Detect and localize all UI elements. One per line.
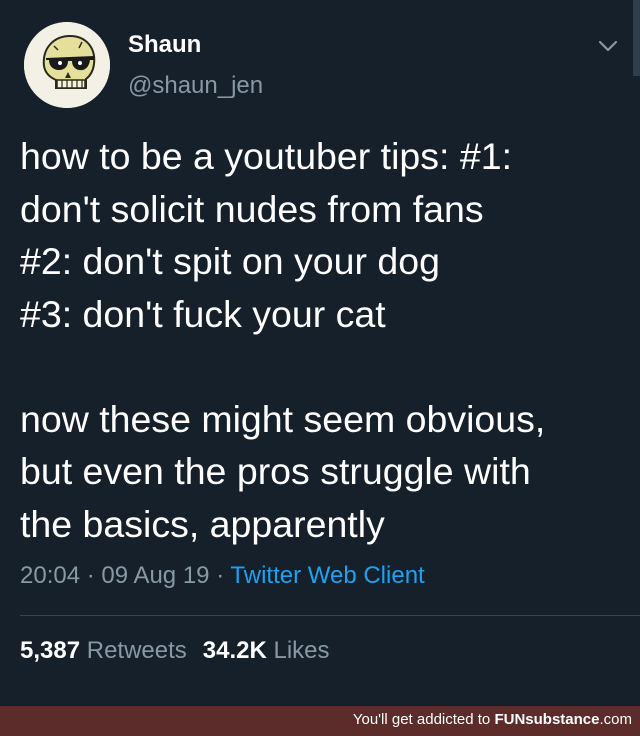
tweet-meta: 20:04 · 09 Aug 19 · Twitter Web Client: [20, 562, 425, 590]
meta-separator: ·: [216, 562, 225, 589]
retweets-count: 5,387: [20, 637, 81, 664]
likes-stat[interactable]: 34.2K Likes: [203, 637, 330, 664]
footer-tagline: You'll get addicted to: [352, 711, 491, 728]
retweets-label: Retweets: [86, 637, 187, 664]
brand-part: FUN: [494, 711, 526, 728]
tweet-line: #2: don't spit on your dog: [20, 240, 440, 282]
skull-icon: [24, 22, 110, 108]
tweet-line: how to be a youtuber tips: #1:: [20, 135, 512, 177]
watermark-footer: You'll get addicted to FUNsubstance.com: [0, 706, 640, 736]
chevron-down-icon[interactable]: [596, 36, 620, 56]
tweet-line: #3: don't fuck your cat: [20, 292, 386, 335]
scrollbar[interactable]: [633, 0, 640, 76]
footer-text: You'll get addicted to FUNsubstance.com: [353, 711, 632, 728]
tweet-line: the basics, apparently: [20, 502, 385, 545]
tweet-line: now these might seem obvious,: [20, 397, 546, 440]
tweet-text: how to be a youtuber tips: #1: don't sol…: [20, 130, 630, 550]
user-handle[interactable]: @shaun_jen: [128, 72, 263, 100]
likes-label: Likes: [273, 637, 330, 664]
likes-count: 34.2K: [202, 637, 267, 664]
retweets-stat[interactable]: 5,387 Retweets: [20, 637, 187, 664]
brand-part: .com: [599, 711, 632, 728]
site-brand[interactable]: FUNsubstance.com: [494, 711, 632, 728]
display-name[interactable]: Shaun: [128, 31, 201, 59]
avatar[interactable]: [24, 22, 110, 108]
tweet-date[interactable]: 09 Aug 19: [101, 562, 209, 589]
tweet-time[interactable]: 20:04: [20, 562, 80, 589]
brand-part: substance: [525, 711, 600, 728]
tweet-line: don't solicit nudes from fans: [20, 187, 484, 230]
tweet-stats: 5,387 Retweets 34.2K Likes: [20, 637, 330, 665]
tweet-card: Shaun @shaun_jen how to be a youtuber ti…: [0, 0, 640, 706]
meta-separator: ·: [86, 562, 95, 589]
tweet-line: but even the pros struggle with: [20, 450, 531, 492]
divider: [20, 615, 640, 616]
client-link[interactable]: Twitter Web Client: [230, 562, 424, 589]
